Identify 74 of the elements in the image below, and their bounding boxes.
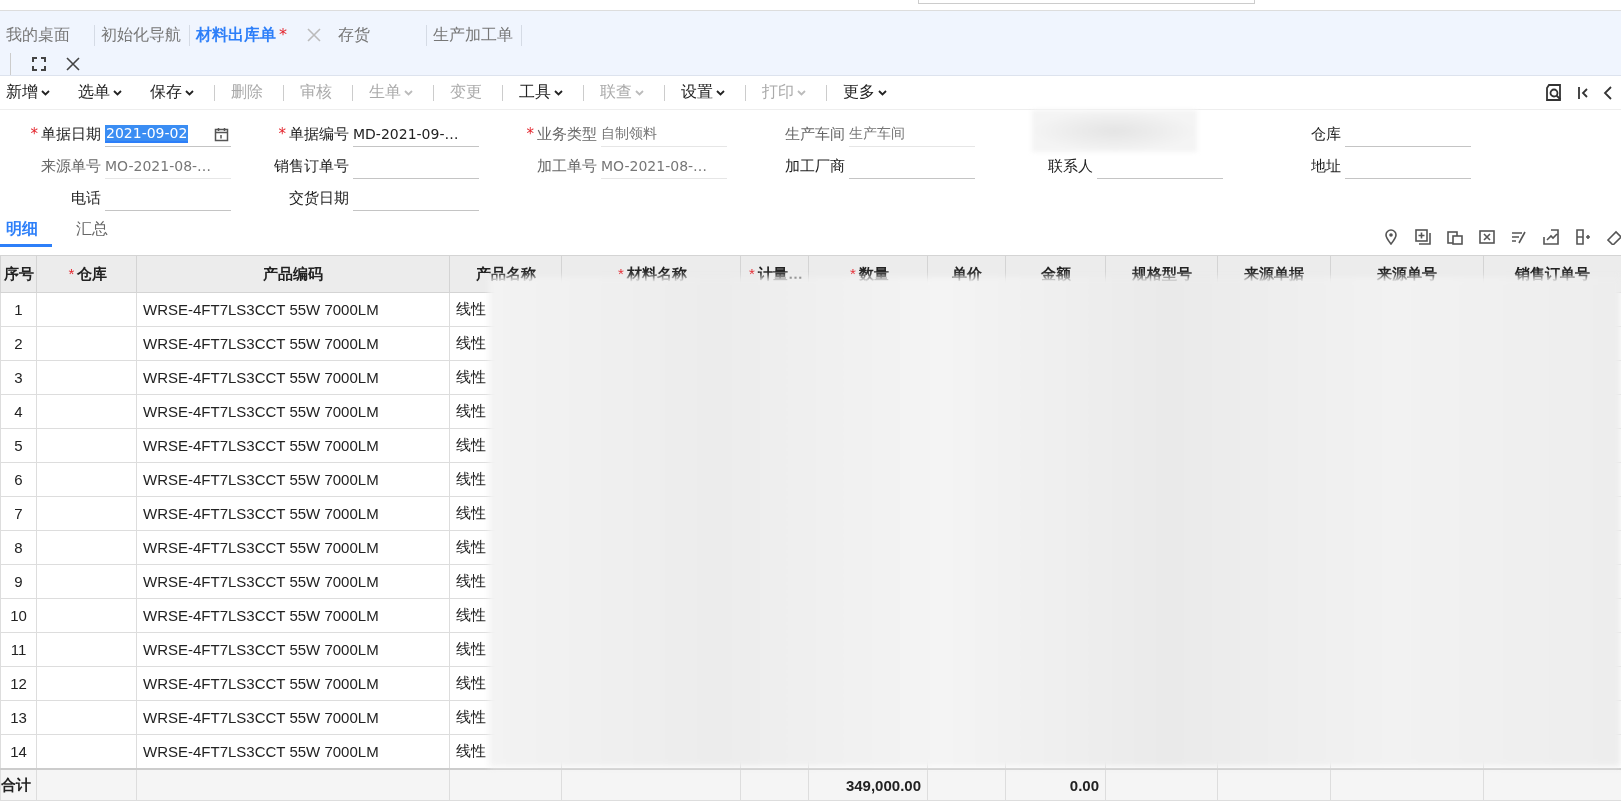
input-field[interactable]: MD-2021-09-…	[353, 122, 479, 147]
copy-row-icon[interactable]	[1447, 229, 1463, 245]
row-number-cell: 10	[0, 598, 37, 633]
column-header: 序号	[0, 255, 37, 293]
preview-search-icon[interactable]	[1545, 83, 1563, 102]
calendar-icon[interactable]	[214, 126, 229, 142]
row-number-cell: 12	[0, 666, 37, 701]
ruler-icon[interactable]	[1607, 229, 1621, 245]
field-label: 来源单号	[40, 157, 102, 176]
row-number-cell: 2	[0, 326, 37, 361]
total-quantity: 349,000.00	[808, 769, 928, 801]
row-number-cell: 13	[0, 700, 37, 735]
table-cell: WRSE-4FT7LS3CCT 55W 7000LM	[136, 428, 450, 463]
page-tab[interactable]: 我的桌面	[0, 24, 95, 46]
table-cell: WRSE-4FT7LS3CCT 55W 7000LM	[136, 598, 450, 633]
input-field[interactable]: 2021-09-02	[105, 122, 231, 147]
page-tab[interactable]: 生产加工单	[427, 24, 522, 46]
field-label: 加工厂商	[784, 157, 846, 176]
trend-chart-icon[interactable]	[1543, 229, 1559, 245]
field-label: 交货日期	[288, 189, 350, 208]
row-number-cell: 4	[0, 394, 37, 429]
table-cell: WRSE-4FT7LS3CCT 55W 7000LM	[136, 462, 450, 497]
row-number-cell: 9	[0, 564, 37, 599]
toolbar-button[interactable]: 工具	[511, 82, 571, 103]
toolbar-button[interactable]: 设置	[673, 82, 733, 103]
field-label: * 单据编号	[277, 125, 350, 144]
toolbar-button[interactable]: 更多	[835, 82, 895, 103]
detail-tab[interactable]: 汇总	[70, 217, 122, 247]
total-amount: 0.00	[1005, 769, 1106, 801]
field-label: * 业务类型	[525, 125, 598, 144]
row-number-cell: 7	[0, 496, 37, 531]
row-number-cell: 1	[0, 292, 37, 327]
table-cell: WRSE-4FT7LS3CCT 55W 7000LM	[136, 326, 450, 361]
field-label: 仓库	[1310, 125, 1342, 144]
table-cell: WRSE-4FT7LS3CCT 55W 7000LM	[136, 564, 450, 599]
row-number-cell: 5	[0, 428, 37, 463]
toolbar-button[interactable]: 选单	[70, 82, 130, 103]
field-label: 联系人	[1047, 157, 1094, 176]
first-page-icon[interactable]	[1577, 84, 1589, 101]
row-number-cell: 6	[0, 462, 37, 497]
page-tab[interactable]: 初始化导航	[95, 24, 190, 46]
column-header: 产品编码	[136, 255, 450, 293]
row-number-cell: 3	[0, 360, 37, 395]
field-label: 生产车间	[784, 125, 846, 144]
table-cell: WRSE-4FT7LS3CCT 55W 7000LM	[136, 360, 450, 395]
field-label: 地址	[1310, 157, 1342, 176]
field-label: 加工单号	[536, 157, 598, 176]
row-number-cell: 8	[0, 530, 37, 565]
location-pin-icon[interactable]	[1383, 229, 1399, 245]
previous-icon[interactable]	[1603, 84, 1613, 101]
table-cell: WRSE-4FT7LS3CCT 55W 7000LM	[136, 666, 450, 701]
table-cell: WRSE-4FT7LS3CCT 55W 7000LM	[136, 530, 450, 565]
page-tab[interactable]: 材料出库单 *	[190, 24, 298, 46]
field-label: 电话	[70, 189, 102, 208]
add-row-icon[interactable]	[1415, 229, 1431, 245]
table-cell: WRSE-4FT7LS3CCT 55W 7000LM	[136, 394, 450, 429]
table-cell: WRSE-4FT7LS3CCT 55W 7000LM	[136, 496, 450, 531]
table-cell: WRSE-4FT7LS3CCT 55W 7000LM	[136, 632, 450, 667]
toolbar-button[interactable]: 保存	[142, 82, 202, 103]
column-header: * 仓库	[36, 255, 137, 293]
table-cell: WRSE-4FT7LS3CCT 55W 7000LM	[136, 292, 450, 327]
total-label: 合计	[0, 769, 37, 801]
detail-tab[interactable]: 明细	[0, 217, 52, 247]
delete-row-icon[interactable]	[1479, 229, 1495, 245]
page-tab[interactable]: 存货	[332, 24, 427, 46]
insert-column-icon[interactable]	[1575, 229, 1591, 245]
row-number-cell: 11	[0, 632, 37, 667]
toolbar-button[interactable]: 新增	[0, 82, 58, 103]
close-icon[interactable]	[65, 56, 81, 72]
table-cell: WRSE-4FT7LS3CCT 55W 7000LM	[136, 700, 450, 735]
edit-lines-icon[interactable]	[1511, 229, 1527, 245]
field-label: * 单据日期	[29, 125, 102, 144]
fullscreen-icon[interactable]	[31, 56, 47, 72]
field-label: 销售订单号	[273, 157, 350, 176]
